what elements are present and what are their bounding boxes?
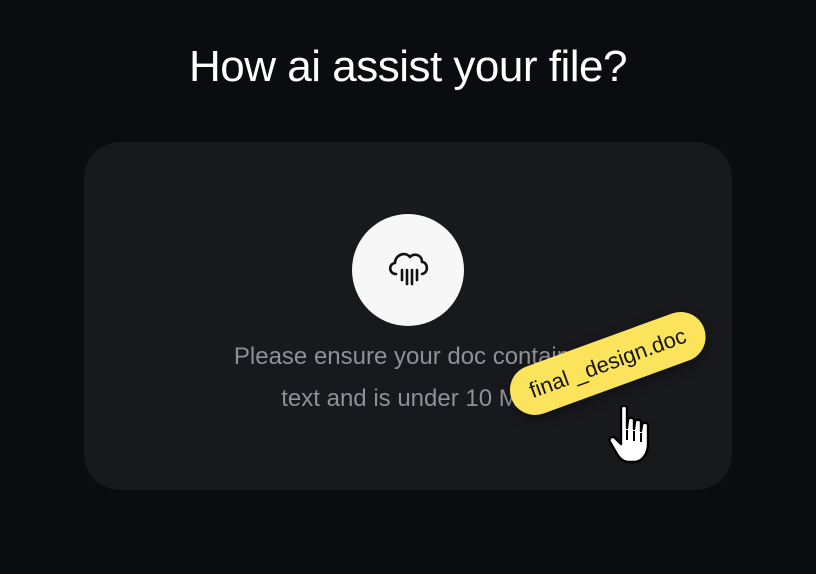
cloud-rain-upload-icon: [388, 252, 429, 286]
page-title: How ai assist your file?: [189, 42, 627, 91]
upload-button[interactable]: [352, 214, 464, 326]
hand-pointer-icon: [608, 404, 650, 464]
